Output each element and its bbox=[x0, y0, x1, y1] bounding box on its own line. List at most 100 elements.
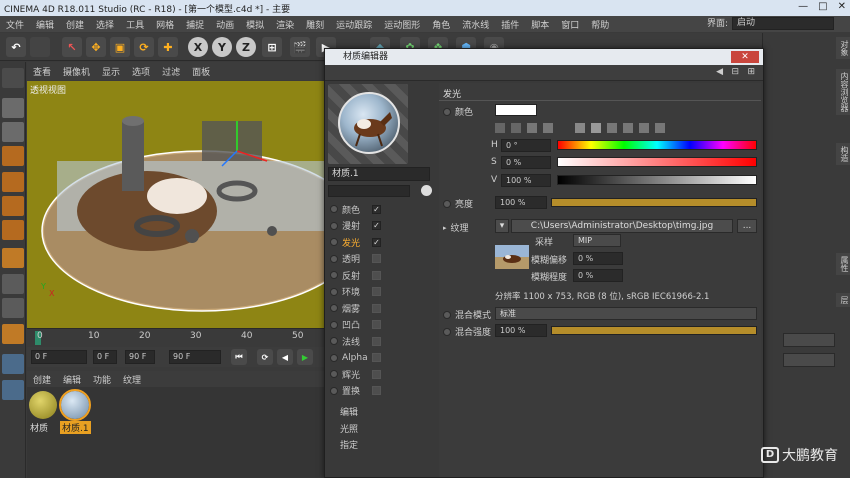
undo-icon[interactable]: ↶ bbox=[6, 37, 26, 57]
menu-item-6[interactable]: 捕捉 bbox=[180, 18, 210, 31]
channel-radio-icon[interactable] bbox=[330, 205, 338, 213]
channel-1[interactable]: 漫射 ✓ bbox=[330, 218, 381, 234]
editor-close-icon[interactable]: ✕ bbox=[731, 51, 759, 63]
attr-dropdown-2[interactable] bbox=[783, 353, 835, 367]
menu-item-10[interactable]: 雕刻 bbox=[300, 18, 330, 31]
channel-6[interactable]: 烟雾 bbox=[330, 300, 381, 316]
mix-strength-anim-icon[interactable] bbox=[443, 327, 451, 336]
hsv-mode-icon[interactable] bbox=[591, 123, 601, 133]
rgb-mode-icon[interactable] bbox=[575, 123, 585, 133]
current-frame-field[interactable]: 0 F bbox=[93, 350, 117, 364]
channel-checkbox[interactable] bbox=[372, 369, 381, 379]
channel-radio-icon[interactable] bbox=[330, 353, 338, 362]
channel-11[interactable]: 置换 bbox=[330, 383, 381, 399]
world-coords-icon[interactable]: ⊞ bbox=[262, 37, 282, 57]
material-menu-item-1[interactable]: 编辑 bbox=[57, 373, 87, 386]
close-icon[interactable]: ✕ bbox=[838, 1, 846, 12]
channel-checkbox[interactable]: ✓ bbox=[372, 237, 381, 247]
h-field[interactable]: 0 ° bbox=[501, 139, 551, 152]
maximize-icon[interactable]: □ bbox=[818, 1, 827, 12]
layout-select[interactable]: 启动 bbox=[732, 17, 834, 30]
new-panel-icon[interactable]: ⊞ bbox=[747, 67, 755, 77]
menu-item-18[interactable]: 帮助 bbox=[585, 18, 615, 31]
play-icon[interactable]: ▶ bbox=[297, 349, 313, 365]
texture-menu-button[interactable]: ▾ bbox=[495, 219, 509, 233]
info-mode-icon[interactable] bbox=[607, 123, 617, 133]
channel-4[interactable]: 反射 bbox=[330, 267, 381, 283]
channel-checkbox[interactable] bbox=[372, 320, 381, 329]
channel-checkbox[interactable] bbox=[372, 270, 381, 280]
channel-radio-icon[interactable] bbox=[330, 386, 338, 395]
texture-mode-icon[interactable] bbox=[2, 122, 24, 142]
channel-radio-icon[interactable] bbox=[330, 254, 338, 263]
blur-scale-field[interactable]: 0 % bbox=[573, 269, 623, 282]
model-mode-icon[interactable] bbox=[2, 98, 24, 118]
make-editable-icon[interactable] bbox=[2, 68, 24, 88]
channel-radio-icon[interactable] bbox=[330, 271, 338, 279]
mix-strength-field[interactable]: 100 % bbox=[495, 324, 547, 337]
scale-icon[interactable]: ▣ bbox=[110, 37, 130, 57]
menu-item-7[interactable]: 动画 bbox=[210, 18, 240, 31]
y-axis-icon[interactable]: Y bbox=[212, 37, 232, 57]
tab-objects[interactable]: 对象 bbox=[836, 37, 850, 59]
menu-item-12[interactable]: 运动图形 bbox=[378, 18, 426, 31]
menu-item-11[interactable]: 运动跟踪 bbox=[330, 18, 378, 31]
menu-item-8[interactable]: 模拟 bbox=[240, 18, 270, 31]
live-select-icon[interactable]: ↖ bbox=[62, 37, 82, 57]
menu-item-1[interactable]: 编辑 bbox=[30, 18, 60, 31]
goto-start-icon[interactable]: ⏮ bbox=[231, 349, 247, 365]
channel-radio-icon[interactable] bbox=[330, 304, 338, 312]
channel-checkbox[interactable] bbox=[372, 303, 381, 313]
material-name-field[interactable]: 材质.1 bbox=[328, 167, 430, 181]
material-menu-item-2[interactable]: 功能 bbox=[87, 373, 117, 386]
material-name-dropdown[interactable] bbox=[328, 185, 410, 197]
mixer-mode-icon[interactable] bbox=[623, 123, 633, 133]
color-swatch[interactable] bbox=[495, 104, 537, 116]
redo-icon[interactable] bbox=[30, 37, 50, 57]
eyedropper-icon[interactable] bbox=[655, 123, 665, 133]
editor-extra-item-1[interactable]: 光照 bbox=[340, 422, 358, 435]
channel-0[interactable]: 颜色 ✓ bbox=[330, 201, 381, 217]
channel-checkbox[interactable] bbox=[372, 386, 381, 395]
workplane-icon[interactable] bbox=[2, 146, 24, 166]
v-field[interactable]: 100 % bbox=[501, 174, 551, 187]
menu-item-14[interactable]: 流水线 bbox=[456, 18, 495, 31]
material-menu-item-3[interactable]: 纹理 bbox=[117, 373, 147, 386]
viewport-menu-item-5[interactable]: 面板 bbox=[186, 65, 216, 78]
brightness-field[interactable]: 100 % bbox=[495, 196, 547, 209]
spectrum-mode-icon[interactable] bbox=[511, 123, 521, 133]
editor-extra-item-2[interactable]: 指定 bbox=[340, 438, 358, 451]
color-anim-icon[interactable] bbox=[443, 107, 451, 116]
menu-item-0[interactable]: 文件 bbox=[0, 18, 30, 31]
tab-content-browser[interactable]: 内容浏览器 bbox=[836, 69, 850, 115]
material-preview[interactable] bbox=[328, 84, 408, 164]
menu-item-17[interactable]: 窗口 bbox=[555, 18, 585, 31]
channel-checkbox[interactable] bbox=[372, 353, 381, 362]
tab-structure[interactable]: 构造 bbox=[836, 143, 850, 165]
minimize-icon[interactable]: — bbox=[798, 1, 808, 12]
kelvin-mode-icon[interactable] bbox=[543, 123, 553, 133]
tweak-mode-icon[interactable] bbox=[2, 274, 24, 294]
menu-item-5[interactable]: 网格 bbox=[150, 18, 180, 31]
lock-panel-icon[interactable]: ⊟ bbox=[731, 67, 739, 77]
material-thumb-0[interactable] bbox=[29, 391, 57, 419]
channel-radio-icon[interactable] bbox=[330, 287, 338, 296]
image-mode-icon[interactable] bbox=[527, 123, 537, 133]
s-field[interactable]: 0 % bbox=[501, 156, 551, 169]
viewport-menu-item-0[interactable]: 查看 bbox=[27, 65, 57, 78]
viewport-menu-item-3[interactable]: 选项 bbox=[126, 65, 156, 78]
channel-checkbox[interactable]: ✓ bbox=[372, 221, 381, 230]
channel-radio-icon[interactable] bbox=[330, 337, 338, 345]
brightness-slider[interactable] bbox=[551, 198, 757, 207]
polygons-mode-icon[interactable] bbox=[2, 220, 24, 240]
mix-mode-anim-icon[interactable] bbox=[443, 310, 451, 319]
end-frame-field[interactable]: 90 F bbox=[125, 350, 155, 364]
edges-mode-icon[interactable] bbox=[2, 196, 24, 216]
viewport-menu-item-4[interactable]: 过滤 bbox=[156, 65, 186, 78]
brightness-anim-icon[interactable] bbox=[443, 199, 451, 208]
menu-item-3[interactable]: 选择 bbox=[90, 18, 120, 31]
move-icon[interactable]: ✥ bbox=[86, 37, 106, 57]
add-icon[interactable]: ✚ bbox=[158, 37, 178, 57]
texture-thumbnail[interactable] bbox=[495, 245, 529, 269]
render-view-icon[interactable]: 🎬 bbox=[290, 37, 310, 57]
